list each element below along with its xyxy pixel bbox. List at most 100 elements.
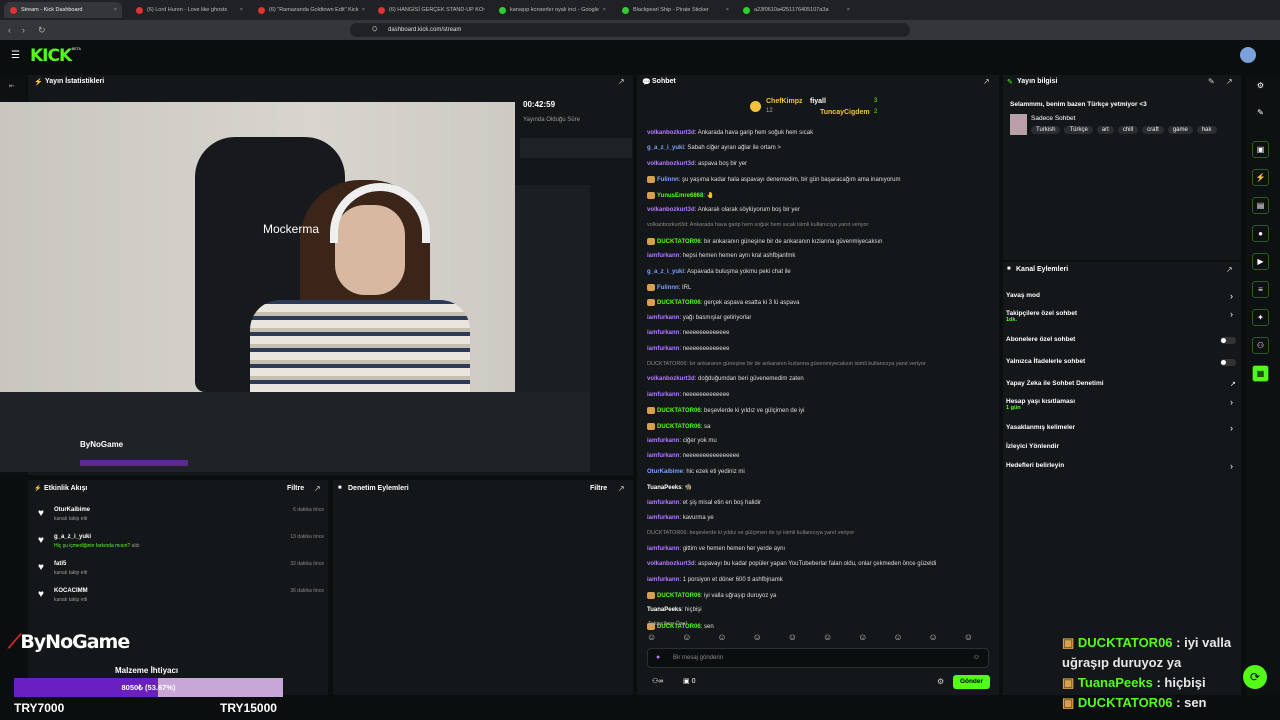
chat-username[interactable]: volkanbozkurt3d xyxy=(647,561,695,567)
channel-action-2[interactable]: Takipçilere özel sohbet 1dk. xyxy=(1006,310,1077,323)
bolt-icon[interactable]: ⚡ xyxy=(1252,169,1269,186)
site-info-icon[interactable]: ⛭ xyxy=(372,24,378,36)
chat-username[interactable]: DUCKTATOR06 xyxy=(657,239,701,245)
collapse-icon[interactable]: ⇤ xyxy=(9,82,15,90)
chat-username[interactable]: TuanaPeeks xyxy=(647,607,682,613)
kick-logo[interactable]: KICK xyxy=(30,46,72,66)
browser-tab[interactable]: Blackpearl Ship - Pirate Sticker × xyxy=(616,2,734,18)
menu-icon[interactable]: ☰ xyxy=(11,50,20,61)
forward-icon[interactable]: › xyxy=(22,24,25,36)
channel-action-4[interactable]: Yalnızca İfadelerle sohbet xyxy=(1006,358,1085,365)
chevron-right-icon[interactable]: › xyxy=(1230,397,1233,407)
book-icon[interactable]: ▤ xyxy=(1252,197,1269,214)
chat-input[interactable]: ● Bir mesaj gönderin ☺ xyxy=(647,648,989,668)
activity-filter-button[interactable]: Filtre xyxy=(287,485,304,492)
info-popout-icon[interactable]: ↗ xyxy=(1226,77,1233,86)
category-name[interactable]: Sadece Sohbet xyxy=(1031,115,1075,122)
chat-username[interactable]: YunusEmre6868 xyxy=(657,193,703,199)
chat-username[interactable]: OturKaibime xyxy=(647,469,683,475)
chat-popout-icon[interactable]: ↗ xyxy=(983,77,990,86)
edit-icon[interactable]: ✎ xyxy=(1208,77,1215,86)
video-icon[interactable]: ▶ xyxy=(1252,253,1269,270)
chat-username[interactable]: iamfurkann xyxy=(647,515,679,521)
toggle-switch[interactable] xyxy=(1220,359,1236,366)
actions-popout-icon[interactable]: ↗ xyxy=(1226,265,1233,274)
chat-username[interactable]: iamfurkann xyxy=(647,346,679,352)
close-icon[interactable]: × xyxy=(114,7,117,13)
chat-username[interactable]: iamfurkann xyxy=(647,253,679,259)
emote-bar[interactable]: ☺☺☺☺☺☺☺☺☺☺ xyxy=(647,632,992,644)
chevron-right-icon[interactable]: › xyxy=(1230,423,1233,433)
chat-username[interactable]: iamfurkann xyxy=(647,453,679,459)
camera-icon[interactable]: ▣ xyxy=(1252,141,1269,158)
chat-username[interactable]: DUCKTATOR06 xyxy=(657,593,701,599)
group-icon[interactable]: ⚇ xyxy=(1252,337,1269,354)
send-button[interactable]: Gönder xyxy=(953,675,990,689)
channel-action-9[interactable]: Hedefleri belirleyin xyxy=(1006,462,1064,469)
chat-username[interactable]: iamfurkann xyxy=(647,315,679,321)
chevron-right-icon[interactable]: › xyxy=(1230,291,1233,301)
browser-tab[interactable]: kanaşıp konserler oyalı inci - Google × xyxy=(493,2,611,18)
browser-tab[interactable]: (6) HANGİSİ GERÇEK STAND-UP KO × xyxy=(372,2,490,18)
browser-tab[interactable]: (6) "Ramazanda Goldtown Edit" Kick × xyxy=(252,2,370,18)
chat-username[interactable]: iamfurkann xyxy=(647,330,679,336)
chat-username[interactable]: iamfurkann xyxy=(647,577,679,583)
chat-username[interactable]: DUCKTATOR06 xyxy=(657,408,701,414)
close-icon[interactable]: × xyxy=(362,7,365,13)
widget-icon[interactable]: ▦ xyxy=(1252,365,1269,382)
chevron-right-icon[interactable]: › xyxy=(1230,461,1233,471)
tag[interactable]: art xyxy=(1096,126,1114,134)
channel-action-1[interactable]: Yavaş mod xyxy=(1006,292,1040,299)
browser-tab[interactable]: (6) Lord Huron - Love like ghosts × xyxy=(130,2,248,18)
close-icon[interactable]: × xyxy=(482,7,485,13)
tag[interactable]: craft xyxy=(1142,126,1164,134)
tag[interactable]: chill xyxy=(1117,126,1139,134)
activity-user[interactable]: KOCACIMM xyxy=(54,588,88,594)
chat-settings-icon[interactable]: ⚙ xyxy=(937,677,944,686)
activity-user[interactable]: OturKaibime xyxy=(54,507,90,513)
chat-username[interactable]: volkanbozkurt3d xyxy=(647,376,695,382)
activity-user[interactable]: g_a_z_i_yuki xyxy=(54,534,91,540)
chat-username[interactable]: DUCKTATOR06 xyxy=(657,300,701,306)
chat-username[interactable]: iamfurkann xyxy=(647,392,679,398)
channel-action-7[interactable]: Yasaklanmış kelimeler xyxy=(1006,424,1075,431)
browser-tab[interactable]: a23f0610a4251176405107a3a × xyxy=(737,2,855,18)
close-icon[interactable]: × xyxy=(847,7,850,13)
chat-username[interactable]: iamfurkann xyxy=(647,438,679,444)
chat-bubble-icon[interactable]: ● xyxy=(1252,225,1269,242)
tag[interactable]: hak xyxy=(1196,126,1217,134)
toggle-switch[interactable] xyxy=(1220,337,1236,344)
chat-username[interactable]: volkanbozkurt3d xyxy=(647,161,695,167)
url-field[interactable]: dashboard.kick.com/stream xyxy=(350,23,910,37)
chat-username[interactable]: Fulinnn xyxy=(657,285,679,291)
external-link-icon[interactable]: ↗ xyxy=(1230,380,1236,388)
chat-username[interactable]: DUCKTATOR06 xyxy=(657,424,701,430)
settings-icon[interactable]: ⚙ xyxy=(1252,78,1269,95)
channel-action-5[interactable]: Yapay Zeka ile Sohbet Denetimi xyxy=(1006,380,1104,387)
chevron-right-icon[interactable]: › xyxy=(1230,309,1233,319)
popout-icon[interactable]: ↗ xyxy=(618,77,625,86)
chat-username[interactable]: volkanbozkurt3d xyxy=(647,207,695,213)
close-icon[interactable]: × xyxy=(240,7,243,13)
reload-icon[interactable]: ↻ xyxy=(38,24,46,36)
channel-action-6[interactable]: Hesap yaşı kısıtlaması 1 gün xyxy=(1006,398,1075,411)
channel-action-3[interactable]: Abonelere özel sohbet xyxy=(1006,336,1075,343)
activity-popout-icon[interactable]: ↗ xyxy=(314,484,321,493)
activity-user[interactable]: fati5 xyxy=(54,561,66,567)
browser-tab[interactable]: Stream - Kick Dashboard × xyxy=(4,2,122,18)
pen-icon[interactable]: ✎ xyxy=(1252,105,1269,122)
chat-username[interactable]: iamfurkann xyxy=(647,546,679,552)
list-icon[interactable]: ≡ xyxy=(1252,281,1269,298)
chat-username[interactable]: volkanbozkurt3d xyxy=(647,130,695,136)
close-icon[interactable]: × xyxy=(726,7,729,13)
chat-username[interactable]: g_a_z_i_yuki xyxy=(647,269,684,275)
chat-username[interactable]: g_a_z_i_yuki xyxy=(647,145,684,151)
moderation-filter-button[interactable]: Filtre xyxy=(590,485,607,492)
avatar[interactable] xyxy=(1240,47,1256,63)
chat-username[interactable]: TuanaPeeks xyxy=(647,485,682,491)
moderation-popout-icon[interactable]: ↗ xyxy=(618,484,625,493)
close-icon[interactable]: × xyxy=(603,7,606,13)
back-icon[interactable]: ‹ xyxy=(8,24,11,36)
wrench-icon[interactable]: ✦ xyxy=(1252,309,1269,326)
chat-username[interactable]: Fulinnn xyxy=(657,177,679,183)
